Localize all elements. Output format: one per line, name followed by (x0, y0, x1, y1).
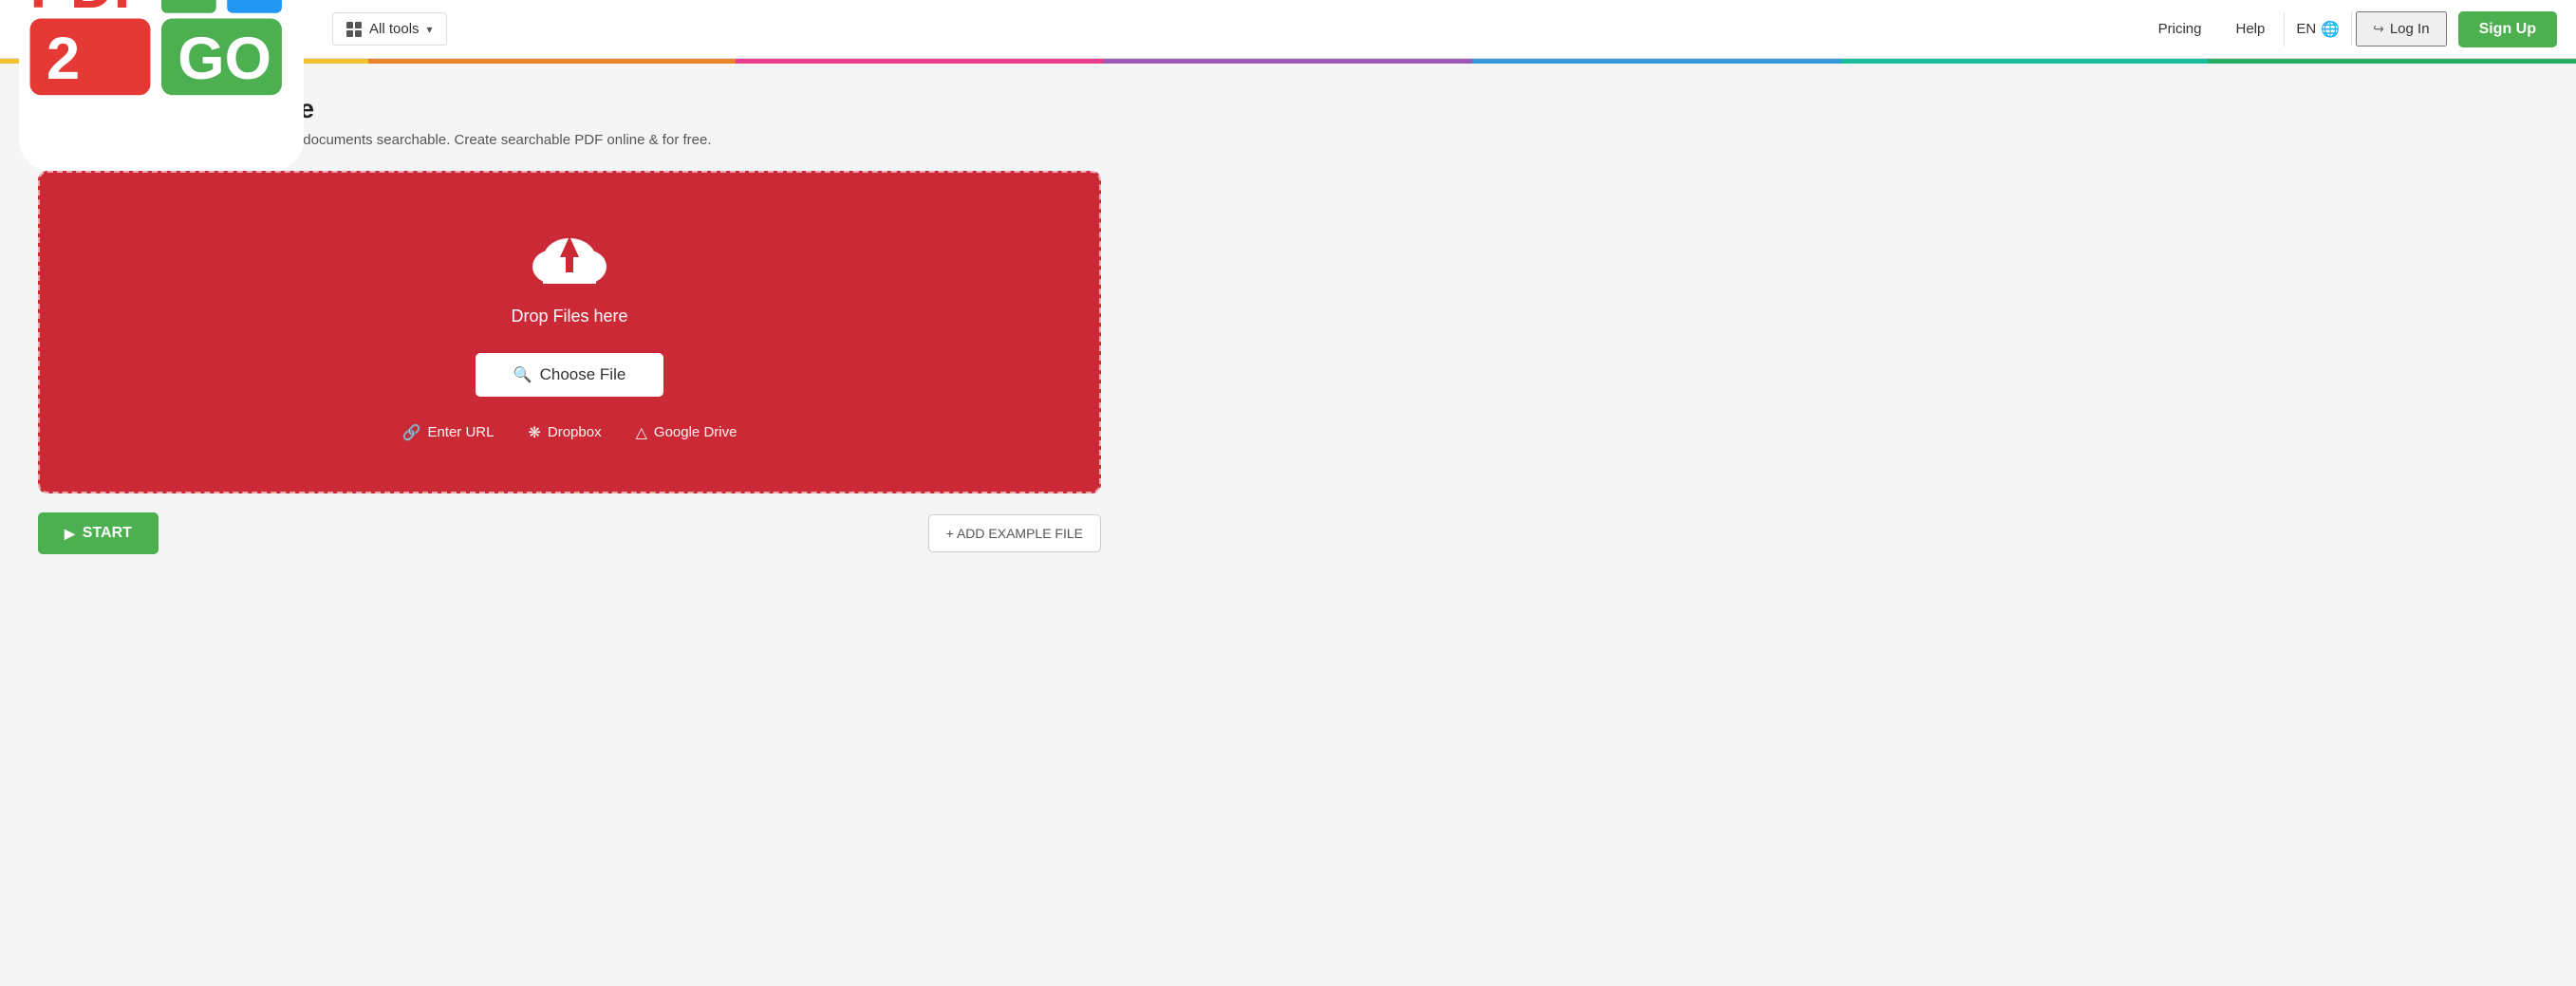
extra-options: 🔗 Enter URL ❋ Dropbox △ Google Drive (402, 423, 737, 442)
pricing-link[interactable]: Pricing (2143, 13, 2217, 45)
rainbow-blue (1472, 59, 1840, 64)
rainbow-bar (0, 59, 2576, 64)
login-button[interactable]: ↪ Log In (2356, 11, 2446, 47)
drop-files-text: Drop Files here (511, 307, 627, 326)
header-right: Pricing Help EN 🌐 ↪ Log In Sign Up (2143, 11, 2557, 47)
chevron-down-icon: ▾ (427, 23, 433, 36)
rainbow-pink (736, 59, 1104, 64)
svg-text:PDF: PDF (30, 0, 151, 20)
svg-text:2: 2 (47, 25, 80, 91)
dropbox-label: Dropbox (548, 424, 602, 440)
login-arrow-icon: ↪ (2373, 21, 2384, 37)
enter-url-label: Enter URL (427, 424, 494, 440)
login-label: Log In (2390, 21, 2430, 37)
rainbow-green (2208, 59, 2576, 64)
globe-icon: 🌐 (2321, 20, 2340, 39)
svg-text:GO: GO (177, 25, 271, 91)
rainbow-purple (1104, 59, 1472, 64)
signup-button[interactable]: Sign Up (2458, 11, 2557, 47)
add-example-button[interactable]: + ADD EXAMPLE FILE (928, 514, 1101, 552)
google-drive-option[interactable]: △ Google Drive (636, 423, 737, 442)
logo-area: PDF 2 GO (19, 0, 304, 172)
logo-icon: PDF 2 GO (19, 0, 304, 172)
all-tools-label: All tools (369, 21, 420, 37)
choose-file-label: Choose File (540, 365, 626, 384)
google-drive-icon: △ (636, 423, 647, 442)
start-button[interactable]: ▶ START (38, 512, 159, 554)
choose-file-button[interactable]: 🔍 Choose File (476, 353, 664, 397)
start-arrow-icon: ▶ (65, 526, 75, 542)
bottom-bar: ▶ START + ADD EXAMPLE FILE (38, 512, 1101, 554)
rainbow-orange (368, 59, 737, 64)
dropbox-option[interactable]: ❋ Dropbox (528, 423, 601, 442)
upload-cloud-icon (527, 223, 612, 291)
start-label: START (83, 525, 132, 542)
help-link[interactable]: Help (2220, 13, 2280, 45)
all-tools-button[interactable]: All tools ▾ (332, 12, 447, 46)
header: PDF 2 GO All tools ▾ Pricing Help EN 🌐 ↪… (0, 0, 2576, 59)
google-drive-label: Google Drive (654, 424, 737, 440)
drop-zone[interactable]: Drop Files here 🔍 Choose File 🔗 Enter UR… (38, 171, 1101, 493)
rainbow-teal (1840, 59, 2209, 64)
grid-icon (346, 22, 362, 37)
dropbox-icon: ❋ (528, 423, 540, 442)
enter-url-option[interactable]: 🔗 Enter URL (402, 423, 495, 442)
lang-label: EN (2296, 21, 2316, 37)
language-selector[interactable]: EN 🌐 (2284, 12, 2352, 47)
search-icon: 🔍 (513, 365, 532, 384)
link-icon: 🔗 (402, 423, 421, 442)
